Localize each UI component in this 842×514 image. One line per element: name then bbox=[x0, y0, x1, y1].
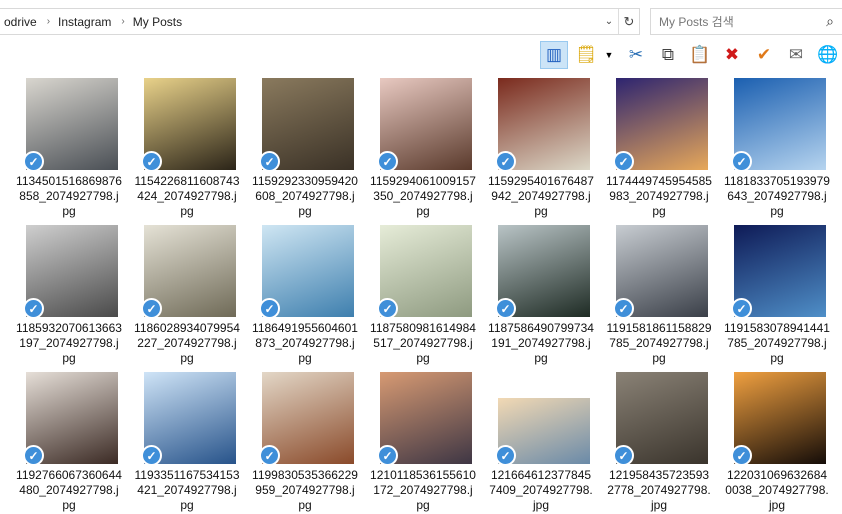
checkmark-icon[interactable]: ✓ bbox=[377, 445, 398, 466]
checkmark-icon[interactable]: ✓ bbox=[613, 298, 634, 319]
delete-icon[interactable]: ✖ bbox=[718, 41, 746, 69]
file-name: 1187580981614984517_2074927798.jpg bbox=[370, 321, 476, 365]
file-item[interactable]: ✓ 1174449745954585983_2074927798.jpg bbox=[590, 78, 712, 220]
file-item[interactable]: ✓ 1134501516869876858_2074927798.jpg bbox=[0, 78, 122, 220]
file-name: 1216646123778457409_2074927798.jpg bbox=[489, 468, 593, 512]
file-item[interactable]: ✓ 1191583078941441785_2074927798.jpg bbox=[708, 225, 830, 367]
file-item[interactable]: ✓ 1193351167534153421_2074927798.jpg bbox=[118, 372, 240, 514]
file-name: 1185932070613663197_2074927798.jpg bbox=[16, 321, 122, 365]
file-name: 1210118536155610172_2074927798.jpg bbox=[370, 468, 476, 512]
checkmark-icon[interactable]: ✓ bbox=[23, 151, 44, 172]
chevron-down-icon[interactable]: ⌄ bbox=[600, 16, 618, 27]
file-name: 1159295401676487942_2074927798.jpg bbox=[488, 174, 594, 218]
file-item[interactable]: ✓ 1159292330959420608_2074927798.jpg bbox=[236, 78, 358, 220]
checkmark-icon[interactable]: ✓ bbox=[613, 445, 634, 466]
file-name: 1191581861158829785_2074927798.jpg bbox=[606, 321, 712, 365]
file-name: 1199830535366229959_2074927798.jpg bbox=[252, 468, 358, 512]
checkmark-icon[interactable]: ✓ bbox=[495, 445, 516, 466]
file-item[interactable]: ✓ 1187580981614984517_2074927798.jpg bbox=[354, 225, 476, 367]
dropdown-arrow-icon[interactable]: ▼ bbox=[604, 41, 614, 69]
checkmark-icon[interactable]: ✓ bbox=[23, 445, 44, 466]
file-name: 1159292330959420608_2074927798.jpg bbox=[252, 174, 358, 218]
file-name: 1219584357235932778_2074927798.jpg bbox=[607, 468, 711, 512]
globe-icon[interactable]: 🌐 bbox=[814, 41, 842, 69]
file-name: 1159294061009157350_2074927798.jpg bbox=[370, 174, 476, 218]
checkmark-icon[interactable]: ✓ bbox=[495, 151, 516, 172]
checkmark-icon[interactable]: ✓ bbox=[141, 151, 162, 172]
file-item[interactable]: ✓ 1159295401676487942_2074927798.jpg bbox=[472, 78, 594, 220]
new-note-icon[interactable]: 🗒 bbox=[572, 41, 600, 69]
search-icon[interactable]: ⌕ bbox=[818, 13, 842, 30]
copy-icon[interactable]: ⧉ bbox=[654, 41, 682, 69]
breadcrumb-odrive[interactable]: odrive bbox=[0, 15, 43, 29]
checkmark-icon[interactable]: ✓ bbox=[377, 151, 398, 172]
file-name: 1193351167534153421_2074927798.jpg bbox=[134, 468, 240, 512]
check-icon[interactable]: ✔ bbox=[750, 41, 778, 69]
file-item[interactable]: ✓ 1191581861158829785_2074927798.jpg bbox=[590, 225, 712, 367]
file-item[interactable]: ✓ 1199830535366229959_2074927798.jpg bbox=[236, 372, 358, 514]
cut-icon[interactable]: ✂ bbox=[622, 41, 650, 69]
breadcrumb-separator-icon[interactable]: › bbox=[43, 16, 54, 27]
breadcrumb-my-posts[interactable]: My Posts bbox=[129, 15, 188, 29]
file-name: 1191583078941441785_2074927798.jpg bbox=[724, 321, 830, 365]
toolbar: ▥ 🗒 ▼ ✂ ⧉ 📋 ✖ ✔ ✉ 🌐 bbox=[540, 40, 842, 70]
search-input[interactable] bbox=[651, 13, 818, 30]
checkmark-icon[interactable]: ✓ bbox=[377, 298, 398, 319]
checkmark-icon[interactable]: ✓ bbox=[731, 445, 752, 466]
breadcrumb-separator-icon[interactable]: › bbox=[117, 16, 128, 27]
file-name: 1220310696326840038_2074927798.jpg bbox=[725, 468, 829, 512]
paste-icon[interactable]: 📋 bbox=[686, 41, 714, 69]
file-item[interactable]: ✓ 1159294061009157350_2074927798.jpg bbox=[354, 78, 476, 220]
checkmark-icon[interactable]: ✓ bbox=[141, 298, 162, 319]
checkmark-icon[interactable]: ✓ bbox=[495, 298, 516, 319]
file-item[interactable]: ✓ 1192766067360644480_2074927798.jpg bbox=[0, 372, 122, 514]
address-bar[interactable]: odrive › Instagram › My Posts ⌄ ↻ bbox=[0, 8, 640, 35]
checkmark-icon[interactable]: ✓ bbox=[259, 445, 280, 466]
checkmark-icon[interactable]: ✓ bbox=[259, 298, 280, 319]
refresh-icon[interactable]: ↻ bbox=[618, 9, 639, 34]
file-item[interactable]: ✓ 1154226811608743424_2074927798.jpg bbox=[118, 78, 240, 220]
file-name: 1192766067360644480_2074927798.jpg bbox=[16, 468, 122, 512]
file-item[interactable]: ✓ 1210118536155610172_2074927798.jpg bbox=[354, 372, 476, 514]
file-item[interactable]: ✓ 1185932070613663197_2074927798.jpg bbox=[0, 225, 122, 367]
file-name: 1134501516869876858_2074927798.jpg bbox=[16, 174, 122, 218]
file-item[interactable]: ✓ 1187586490799734191_2074927798.jpg bbox=[472, 225, 594, 367]
file-name: 1181833705193979643_2074927798.jpg bbox=[724, 174, 830, 218]
file-name: 1154226811608743424_2074927798.jpg bbox=[134, 174, 240, 218]
checkmark-icon[interactable]: ✓ bbox=[731, 151, 752, 172]
file-item[interactable]: ✓ 1219584357235932778_2074927798.jpg bbox=[590, 372, 711, 514]
checkmark-icon[interactable]: ✓ bbox=[141, 445, 162, 466]
file-name: 1186491955604601873_2074927798.jpg bbox=[252, 321, 358, 365]
file-item[interactable]: ✓ 1186028934079954227_2074927798.jpg bbox=[118, 225, 240, 367]
file-item[interactable]: ✓ 1220310696326840038_2074927798.jpg bbox=[708, 372, 829, 514]
file-name: 1187586490799734191_2074927798.jpg bbox=[488, 321, 594, 365]
file-item[interactable]: ✓ 1216646123778457409_2074927798.jpg bbox=[472, 372, 593, 514]
preview-pane-icon[interactable]: ▥ bbox=[540, 41, 568, 69]
file-name: 1174449745954585983_2074927798.jpg bbox=[606, 174, 712, 218]
mail-icon[interactable]: ✉ bbox=[782, 41, 810, 69]
checkmark-icon[interactable]: ✓ bbox=[23, 298, 44, 319]
file-item[interactable]: ✓ 1186491955604601873_2074927798.jpg bbox=[236, 225, 358, 367]
file-name: 1186028934079954227_2074927798.jpg bbox=[134, 321, 240, 365]
file-item[interactable]: ✓ 1181833705193979643_2074927798.jpg bbox=[708, 78, 830, 220]
search-box[interactable]: ⌕ bbox=[650, 8, 842, 35]
checkmark-icon[interactable]: ✓ bbox=[613, 151, 634, 172]
breadcrumb-instagram[interactable]: Instagram bbox=[54, 15, 117, 29]
checkmark-icon[interactable]: ✓ bbox=[259, 151, 280, 172]
checkmark-icon[interactable]: ✓ bbox=[731, 298, 752, 319]
